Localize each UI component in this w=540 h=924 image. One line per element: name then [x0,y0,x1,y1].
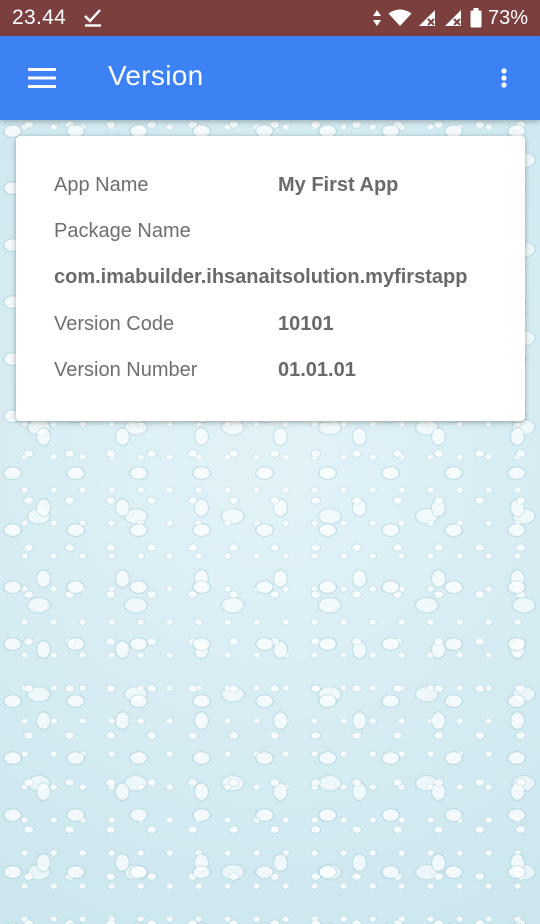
status-right: 73% [372,7,528,30]
app-bar: Version [0,36,540,120]
signal-x-icon [444,9,464,27]
status-left: 23.44 [12,6,102,30]
data-arrows-icon [372,9,382,27]
status-time: 23.44 [12,6,67,29]
download-done-icon [84,9,102,27]
signal-x-icon [418,9,438,27]
page-title: Version [108,60,204,91]
version-code-label: Version Code [54,313,175,335]
package-name-label: Package Name [54,220,191,242]
version-info-card: App Name My First App Package Name com.i… [16,136,525,421]
app-name-label: App Name [54,174,149,196]
version-code-value: 10101 [278,313,334,335]
version-number-label: Version Number [54,359,198,381]
hamburger-menu-icon[interactable] [28,66,56,90]
version-number-value: 01.01.01 [278,359,356,381]
status-bar: 23.44 73% [0,0,540,36]
more-vertical-icon[interactable] [494,64,514,92]
package-name-value: com.imabuilder.ihsanaitsolution.myfirsta… [54,266,468,288]
app-name-value: My First App [278,174,399,196]
battery-percentage: 73% [487,6,528,29]
battery-icon [470,8,482,28]
wifi-icon [388,9,412,27]
